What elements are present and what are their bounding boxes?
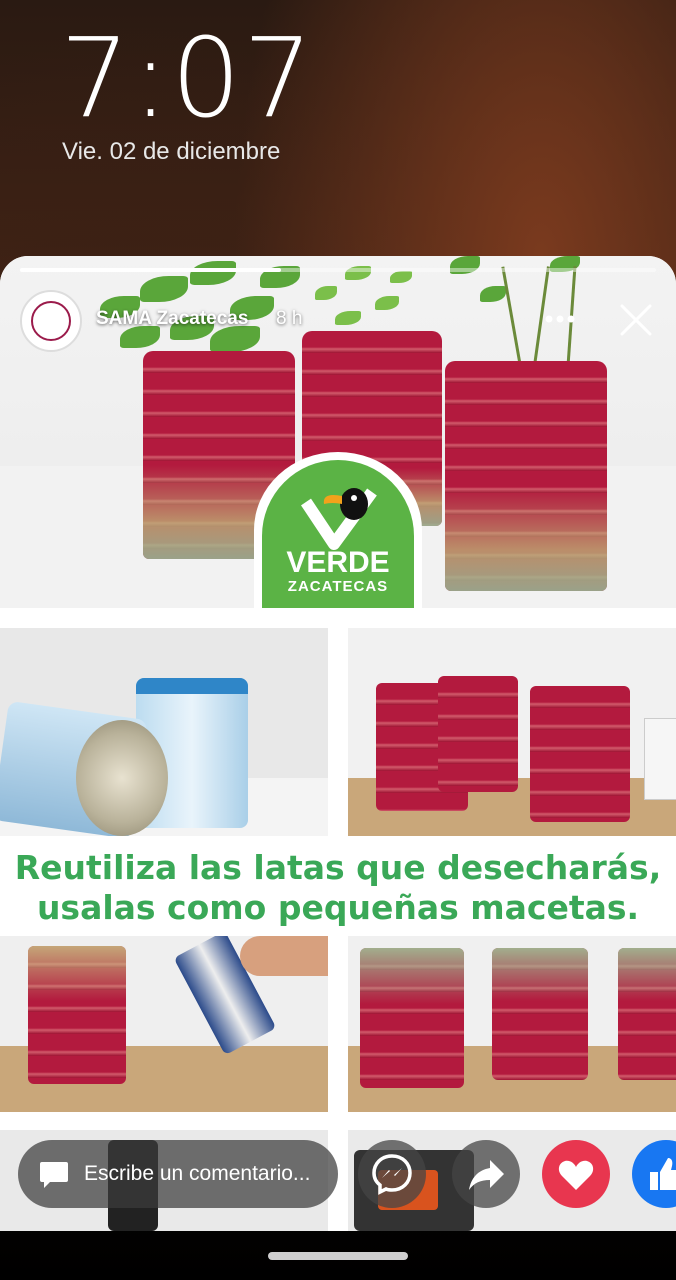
love-reaction-icon: [558, 1160, 594, 1190]
brand-region: ZACATECAS: [287, 578, 389, 595]
share-button[interactable]: [452, 1140, 520, 1208]
home-indicator[interactable]: [268, 1252, 408, 1260]
brand-logo: VERDE ZACATECAS: [262, 460, 414, 608]
comment-input[interactable]: Escribe un comentario...: [18, 1140, 338, 1208]
step-image-1: [0, 628, 328, 836]
step-image-4: [348, 936, 676, 1112]
like-reaction-icon: [650, 1158, 676, 1190]
page-avatar[interactable]: [20, 290, 82, 352]
story-caption: Reutiliza las latas que desecharás, usal…: [0, 838, 676, 938]
brand-name: VERDE: [286, 546, 390, 579]
lockscreen-clock: 7:07: [60, 14, 316, 142]
step-image-3: [0, 936, 328, 1112]
caption-line-2: usalas como pequeñas macetas.: [36, 888, 640, 927]
close-icon[interactable]: [616, 300, 656, 340]
lockscreen-date: Vie. 02 de diciembre: [62, 138, 281, 165]
love-reaction-button[interactable]: [542, 1140, 610, 1208]
story-header: SAMA Zacatecas 8 h: [0, 286, 676, 356]
hand: [240, 936, 328, 976]
post-time: 8 h: [276, 308, 303, 329]
like-reaction-button[interactable]: [632, 1140, 676, 1208]
comment-bubble-icon: [40, 1162, 68, 1188]
messenger-button[interactable]: [358, 1140, 426, 1208]
step-image-2: [348, 628, 676, 836]
painted-can-right: [445, 361, 607, 591]
story-progress-fill: [20, 268, 281, 272]
comment-placeholder: Escribe un comentario...: [84, 1162, 311, 1185]
page-name[interactable]: SAMA Zacatecas: [96, 308, 248, 330]
caption-line-1: Reutiliza las latas que desecharás,: [14, 848, 662, 887]
story-card[interactable]: VERDE ZACATECAS Reutiliza las latas que …: [0, 256, 676, 1231]
more-options-icon[interactable]: [540, 304, 580, 334]
toucan-check-icon: [301, 488, 377, 550]
messenger-icon: [372, 1154, 412, 1195]
share-icon: [469, 1160, 504, 1190]
story-progress-bar: [20, 268, 656, 272]
